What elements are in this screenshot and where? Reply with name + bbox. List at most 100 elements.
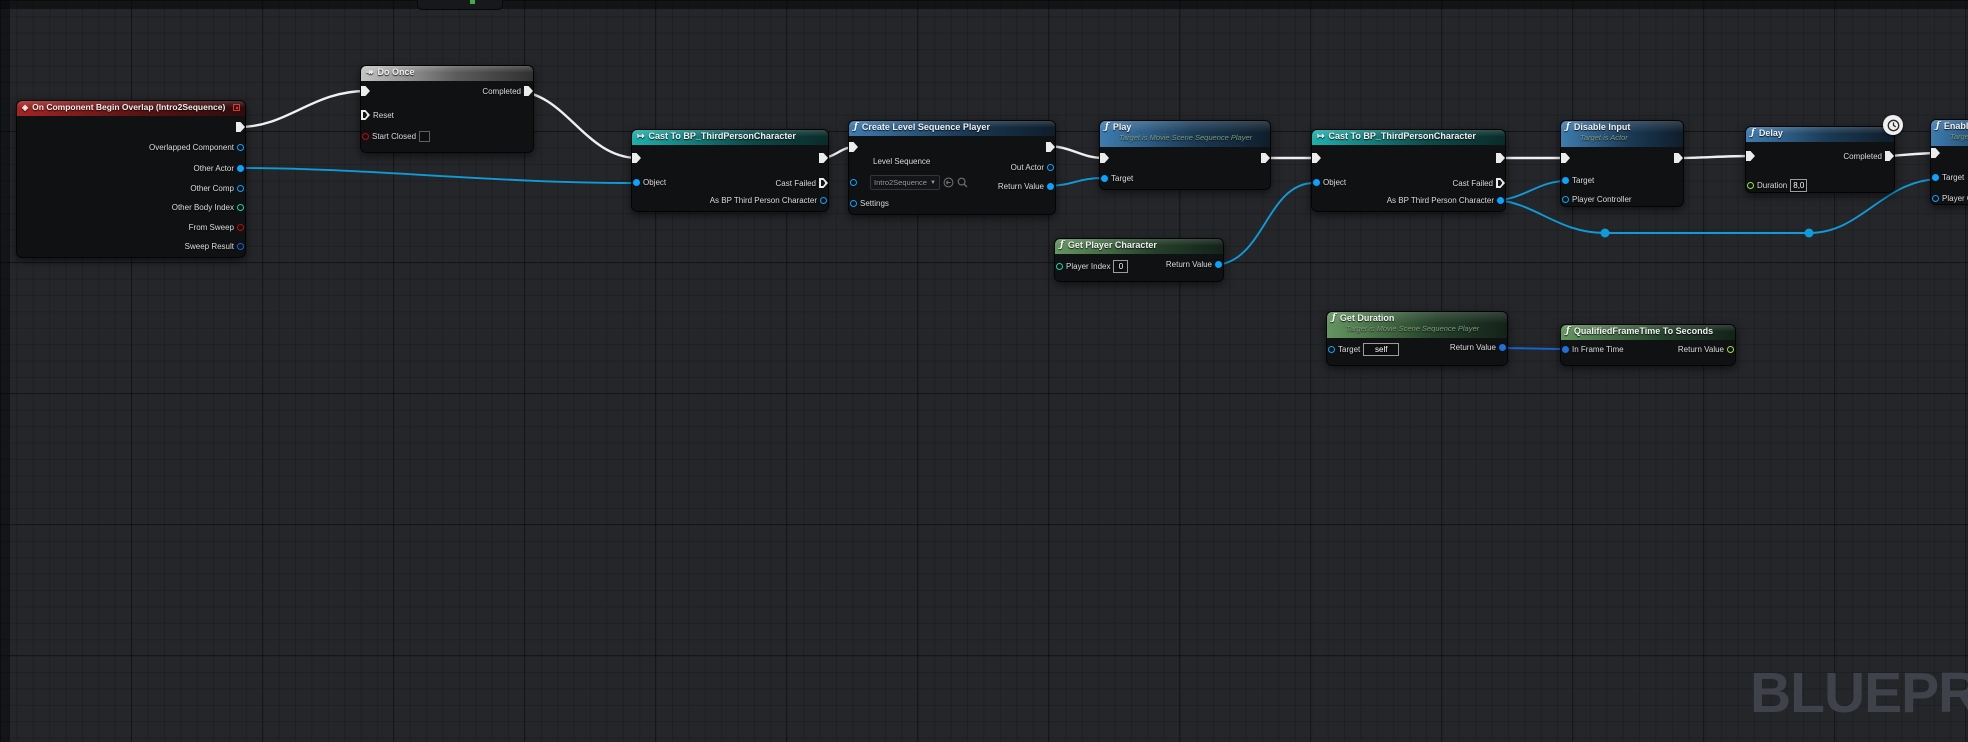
target-pin[interactable] (1932, 174, 1939, 181)
node-offscreen-top[interactable] (417, 0, 503, 10)
struct-pin[interactable] (850, 200, 857, 207)
object-out-pin[interactable] (1047, 164, 1054, 171)
exec-out-pin[interactable] (524, 86, 533, 96)
use-selected-asset-icon[interactable] (943, 177, 954, 188)
node-header[interactable]: ↠ Do Once (361, 66, 533, 81)
node-header[interactable]: ◈ On Component Begin Overlap (Intro2Sequ… (17, 101, 245, 116)
dropdown-value: Intro2Sequence (874, 178, 927, 187)
node-title: Disable Input (1574, 122, 1631, 133)
boolean-pin[interactable] (470, 0, 475, 4)
exec-castfailed-pin[interactable] (1496, 178, 1505, 188)
struct-pin[interactable] (237, 243, 244, 250)
exec-out-pin[interactable] (1674, 153, 1683, 163)
node-title: On Component Begin Overlap (Intro2Sequen… (32, 102, 225, 113)
pin-label: Other Actor (194, 164, 234, 173)
node-qualifiedframetime-to-seconds[interactable]: ƒ QualifiedFrameTime To Seconds In Frame… (1560, 324, 1736, 366)
pin-label: In Frame Time (1572, 345, 1624, 354)
target-pin[interactable] (1101, 175, 1108, 182)
node-header[interactable]: ƒ Create Level Sequence Player (849, 121, 1055, 136)
wire-exec-disableinput-to-delay[interactable] (1675, 156, 1751, 158)
exec-in-pin[interactable] (1100, 153, 1109, 163)
int-pin[interactable] (1056, 263, 1063, 270)
start-closed-checkbox[interactable] (419, 131, 430, 142)
node-subtitle: Target is Actor (1950, 132, 1968, 141)
node-title: Get Duration (1340, 313, 1395, 324)
exec-reset-pin[interactable] (361, 110, 370, 120)
wire-otheractor-to-cast1-object[interactable] (241, 168, 636, 183)
exec-completed-pin[interactable] (1885, 151, 1894, 161)
node-header[interactable]: ƒ QualifiedFrameTime To Seconds (1561, 325, 1735, 340)
target-pin[interactable] (1328, 346, 1335, 353)
duration-input[interactable]: 8,0 (1790, 179, 1807, 192)
node-header[interactable]: ƒ Get Player Character (1055, 239, 1223, 254)
player-controller-pin[interactable] (1932, 195, 1939, 202)
object-pin[interactable] (1313, 179, 1320, 186)
exec-out-pin[interactable] (1496, 153, 1505, 163)
int-pin[interactable] (237, 204, 244, 211)
object-pin[interactable] (237, 165, 244, 172)
node-disable-input[interactable]: ƒ Disable Input Target is Actor Target P… (1560, 120, 1684, 207)
return-value-pin[interactable] (1727, 346, 1734, 353)
exec-in-pin[interactable] (1746, 151, 1755, 161)
player-controller-pin[interactable] (1562, 196, 1569, 203)
bool-pin[interactable] (237, 224, 244, 231)
exec-in-pin[interactable] (1561, 153, 1570, 163)
target-input[interactable]: self (1363, 343, 1399, 356)
exec-in-pin[interactable] (1931, 148, 1940, 158)
reroute-node[interactable] (1805, 229, 1814, 238)
node-cast-to-thirdpersoncharacter-2[interactable]: ↦ Cast To BP_ThirdPersonCharacter Object… (1311, 129, 1506, 212)
node-header[interactable]: ↦ Cast To BP_ThirdPersonCharacter (632, 130, 828, 145)
exec-in-pin[interactable] (1312, 153, 1321, 163)
return-value-pin[interactable] (1499, 344, 1506, 351)
wire-getplayercharacter-to-cast2-object[interactable] (1213, 183, 1314, 265)
exec-out-pin[interactable] (1046, 142, 1055, 152)
object-pin[interactable] (850, 179, 857, 186)
float-pin[interactable] (1747, 182, 1754, 189)
exec-in-pin[interactable] (849, 142, 858, 152)
exec-out-pin[interactable] (819, 153, 828, 163)
node-enable-input[interactable]: ƒ Enable Input Target is Actor Target Pl… (1930, 119, 1968, 205)
node-do-once[interactable]: ↠ Do Once Completed Reset Start Closed (360, 65, 534, 153)
node-header[interactable]: ƒ Play Target is Movie Scene Sequence Pl… (1100, 121, 1270, 147)
blueprint-graph-canvas[interactable]: BLUEPRINT ◈ On Co (0, 0, 1968, 742)
node-header[interactable]: ƒ Delay (1746, 127, 1894, 142)
target-pin[interactable] (1562, 177, 1569, 184)
pin-label: Cast Failed (1453, 179, 1493, 188)
object-out-pin[interactable] (1497, 197, 1504, 204)
node-play[interactable]: ƒ Play Target is Movie Scene Sequence Pl… (1099, 120, 1271, 190)
reroute-node[interactable] (1601, 229, 1610, 238)
pin-label: Player Controller (1942, 194, 1968, 203)
delegate-pin[interactable] (233, 104, 240, 111)
node-header[interactable]: ↦ Cast To BP_ThirdPersonCharacter (1312, 130, 1505, 145)
in-frame-time-pin[interactable] (1562, 346, 1569, 353)
node-cast-to-thirdpersoncharacter-1[interactable]: ↦ Cast To BP_ThirdPersonCharacter Object… (631, 129, 829, 212)
pin-label: Completed (1843, 152, 1882, 161)
node-header[interactable]: ƒ Get Duration Target is Movie Scene Seq… (1327, 312, 1507, 338)
wire-exec-event-to-doonce[interactable] (239, 91, 366, 127)
object-pin[interactable] (237, 144, 244, 151)
object-out-pin[interactable] (820, 197, 827, 204)
bool-pin[interactable] (362, 133, 369, 140)
node-get-duration[interactable]: ƒ Get Duration Target is Movie Scene Seq… (1326, 311, 1508, 366)
wire-cast2-to-disableinput-target[interactable] (1496, 181, 1566, 200)
player-index-input[interactable]: 0 (1113, 260, 1128, 273)
node-on-component-begin-overlap[interactable]: ◈ On Component Begin Overlap (Intro2Sequ… (16, 100, 246, 258)
node-create-level-sequence-player[interactable]: ƒ Create Level Sequence Player Level Seq… (848, 120, 1056, 215)
exec-in-pin[interactable] (632, 153, 641, 163)
node-delay[interactable]: ƒ Delay Completed Duration8,0 (1745, 126, 1895, 193)
exec-castfailed-pin[interactable] (819, 178, 828, 188)
exec-out-pin[interactable] (236, 122, 245, 132)
exec-in-pin[interactable] (361, 86, 370, 96)
node-header[interactable]: ƒ Disable Input Target is Actor (1561, 121, 1683, 147)
level-sequence-dropdown[interactable]: Intro2Sequence ▼ (870, 175, 940, 190)
return-value-pin[interactable] (1215, 261, 1222, 268)
node-get-player-character[interactable]: ƒ Get Player Character Player Index0 Ret… (1054, 238, 1224, 282)
node-header[interactable]: ƒ Enable Input Target is Actor (1931, 120, 1968, 146)
object-pin[interactable] (633, 179, 640, 186)
object-pin[interactable] (237, 185, 244, 192)
wire-getduration-to-qft[interactable] (1498, 348, 1566, 349)
pin-label: Return Value (998, 182, 1044, 191)
return-value-pin[interactable] (1047, 183, 1054, 190)
browse-asset-icon[interactable] (957, 177, 968, 188)
exec-out-pin[interactable] (1261, 153, 1270, 163)
